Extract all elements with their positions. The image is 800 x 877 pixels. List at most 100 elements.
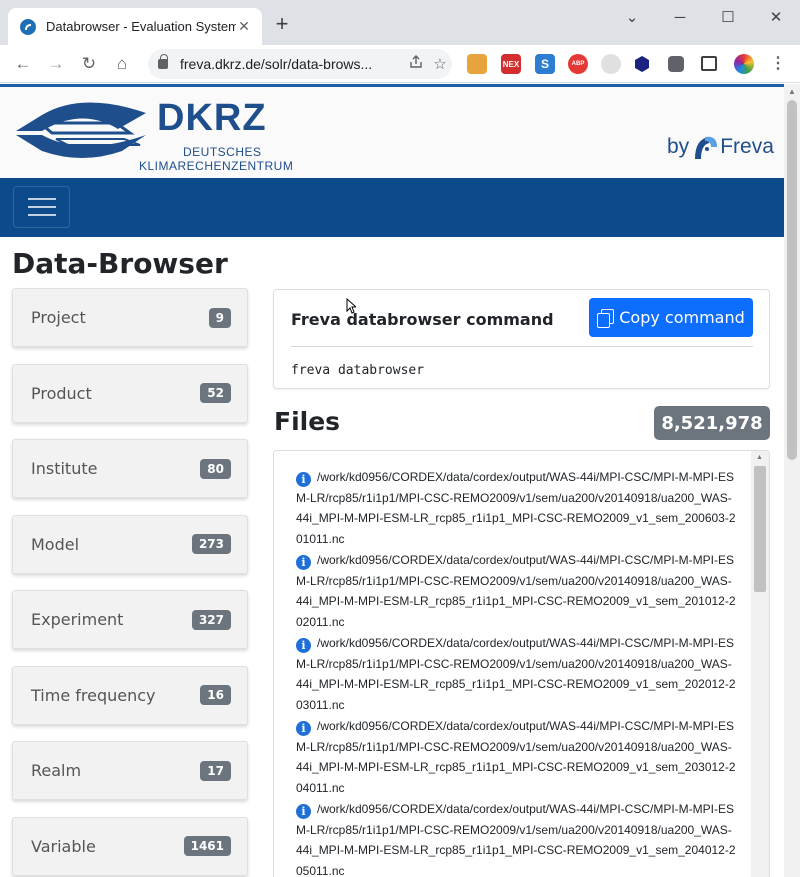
hex-extension-icon[interactable] (635, 56, 649, 72)
facet-label: Realm (31, 761, 82, 780)
page-scroll-thumb[interactable] (787, 100, 797, 460)
lock-icon[interactable] (158, 54, 168, 69)
page-scroll-up-icon[interactable]: ▲ (788, 87, 796, 96)
facet-label: Project (31, 308, 86, 327)
abp-extension-icon[interactable]: ABP (568, 54, 588, 74)
puzzle-extension-icon[interactable] (668, 56, 684, 72)
facet-count-badge: 52 (200, 383, 231, 403)
facet-list: Project 9 Product 52 Institute 80 Model … (12, 288, 248, 877)
page-viewport: DKRZ DEUTSCHES KLIMARECHENZENTRUM by Fre… (0, 84, 784, 877)
home-button[interactable]: ⌂ (110, 52, 134, 76)
files-scrollbar[interactable]: ▲ (751, 451, 769, 877)
file-path-link[interactable]: /work/kd0956/CORDEX/data/cordex/output/W… (296, 716, 736, 799)
copy-command-label: Copy command (619, 308, 745, 327)
facet-label: Institute (31, 459, 98, 478)
file-path-link[interactable]: /work/kd0956/CORDEX/data/cordex/output/W… (296, 467, 736, 550)
file-list-item[interactable]: i /work/kd0956/CORDEX/data/cordex/output… (296, 716, 736, 799)
facet-label: Model (31, 534, 80, 554)
browser-toolbar: ← → ↻ ⌂ freva.dkrz.de/solr/data-brows...… (0, 45, 800, 83)
facet-experiment[interactable]: Experiment 327 (12, 590, 248, 649)
info-icon[interactable]: i (296, 555, 311, 570)
new-tab-button[interactable]: + (272, 13, 292, 35)
facet-count-badge: 17 (200, 760, 231, 781)
profile-avatar-icon[interactable] (734, 54, 754, 74)
file-list-item[interactable]: i /work/kd0956/CORDEX/data/cordex/output… (296, 467, 736, 550)
tab-search-icon[interactable]: ⌄ (620, 8, 644, 28)
command-divider (291, 346, 753, 347)
tab-close-icon[interactable]: ✕ (236, 18, 252, 35)
facet-time-frequency[interactable]: Time frequency 16 (12, 665, 248, 725)
freva-favicon-icon (20, 18, 36, 35)
browser-tabstrip: Databrowser - Evaluation System ✕ + ⌄ ─ … (0, 0, 800, 45)
file-path-link[interactable]: /work/kd0956/CORDEX/data/cordex/output/W… (296, 633, 736, 716)
page-scrollbar[interactable]: ▲ (784, 84, 800, 877)
mouse-cursor-icon (346, 298, 356, 314)
files-count-badge: 8,521,978 (654, 406, 770, 440)
star-icon[interactable]: ☆ (428, 55, 452, 73)
facet-count-badge: 9 (208, 307, 231, 328)
dkrz-emblem-logo[interactable] (12, 95, 150, 161)
info-icon[interactable]: i (296, 638, 311, 653)
file-list-item[interactable]: i /work/kd0956/CORDEX/data/cordex/output… (296, 550, 736, 633)
back-button[interactable]: ← (11, 52, 35, 76)
dkrz-subtitle-line2: KLIMARECHENZENTRUM (139, 159, 294, 173)
facet-variable[interactable]: Variable 1461 (12, 816, 248, 876)
dkrz-logo-text[interactable]: DKRZ (157, 97, 267, 140)
freva-logo[interactable]: by Freva (667, 133, 774, 161)
circle-extension-icon[interactable] (601, 54, 621, 74)
page-title: Data-Browser (12, 247, 228, 280)
file-path-link[interactable]: /work/kd0956/CORDEX/data/cordex/output/W… (296, 799, 736, 877)
command-text[interactable]: freva databrowser (291, 363, 424, 378)
tab-title: Databrowser - Evaluation System (46, 19, 236, 34)
facet-product[interactable]: Product 52 (12, 363, 248, 423)
by-label: by (667, 135, 690, 158)
facet-project[interactable]: Project 9 (12, 288, 248, 347)
copy-icon (597, 309, 615, 328)
url-text[interactable]: freva.dkrz.de/solr/data-brows... (180, 56, 404, 72)
facet-count-badge: 16 (200, 685, 231, 705)
address-bar[interactable]: freva.dkrz.de/solr/data-brows... ☆ (148, 49, 452, 79)
sidepanel-icon[interactable] (701, 56, 717, 71)
facet-realm[interactable]: Realm 17 (12, 741, 248, 800)
share-icon[interactable] (404, 55, 428, 73)
facet-count-badge: 1461 (183, 836, 231, 856)
info-icon[interactable]: i (296, 804, 311, 819)
facet-count-badge: 273 (191, 534, 231, 554)
files-list-panel[interactable]: i /work/kd0956/CORDEX/data/cordex/output… (273, 450, 770, 877)
freva-mark-icon (695, 136, 718, 159)
file-list-item[interactable]: i /work/kd0956/CORDEX/data/cordex/output… (296, 799, 736, 877)
facet-institute[interactable]: Institute 80 (12, 439, 248, 498)
info-icon[interactable]: i (296, 472, 311, 487)
main-navbar (0, 178, 784, 237)
facet-label: Variable (31, 836, 96, 856)
hamburger-menu-button[interactable] (13, 186, 70, 228)
facet-count-badge: 80 (200, 458, 231, 479)
browser-tab[interactable]: Databrowser - Evaluation System ✕ (8, 8, 262, 45)
paint-extension-icon[interactable] (467, 54, 487, 74)
close-window-button[interactable]: ✕ (764, 8, 788, 28)
copy-command-button[interactable]: Copy command (589, 298, 753, 337)
files-heading: Files (274, 407, 341, 436)
freva-label: Freva (720, 135, 774, 158)
files-scroll-thumb[interactable] (754, 466, 766, 592)
s-extension-icon[interactable]: S (535, 54, 555, 74)
menu-kebab-icon[interactable]: ⋮ (766, 52, 790, 76)
facet-label: Experiment (31, 610, 124, 629)
site-header: DKRZ DEUTSCHES KLIMARECHENZENTRUM by Fre… (0, 84, 784, 178)
file-list-item[interactable]: i /work/kd0956/CORDEX/data/cordex/output… (296, 633, 736, 716)
dkrz-subtitle-line1: DEUTSCHES (183, 145, 262, 159)
file-list: i /work/kd0956/CORDEX/data/cordex/output… (296, 467, 736, 877)
facet-label: Time frequency (31, 685, 156, 705)
red-extension-icon[interactable]: NEX (501, 54, 521, 74)
minimize-button[interactable]: ─ (668, 8, 692, 28)
forward-button[interactable]: → (44, 52, 68, 76)
file-path-link[interactable]: /work/kd0956/CORDEX/data/cordex/output/W… (296, 550, 736, 633)
maximize-button[interactable]: ☐ (716, 8, 740, 28)
command-card-title: Freva databrowser command (291, 310, 554, 329)
info-icon[interactable]: i (296, 721, 311, 736)
facet-model[interactable]: Model 273 (12, 514, 248, 574)
scroll-up-arrow-icon[interactable]: ▲ (756, 454, 763, 461)
facet-count-badge: 327 (191, 609, 231, 630)
reload-button[interactable]: ↻ (77, 52, 101, 76)
facet-label: Product (31, 383, 92, 403)
